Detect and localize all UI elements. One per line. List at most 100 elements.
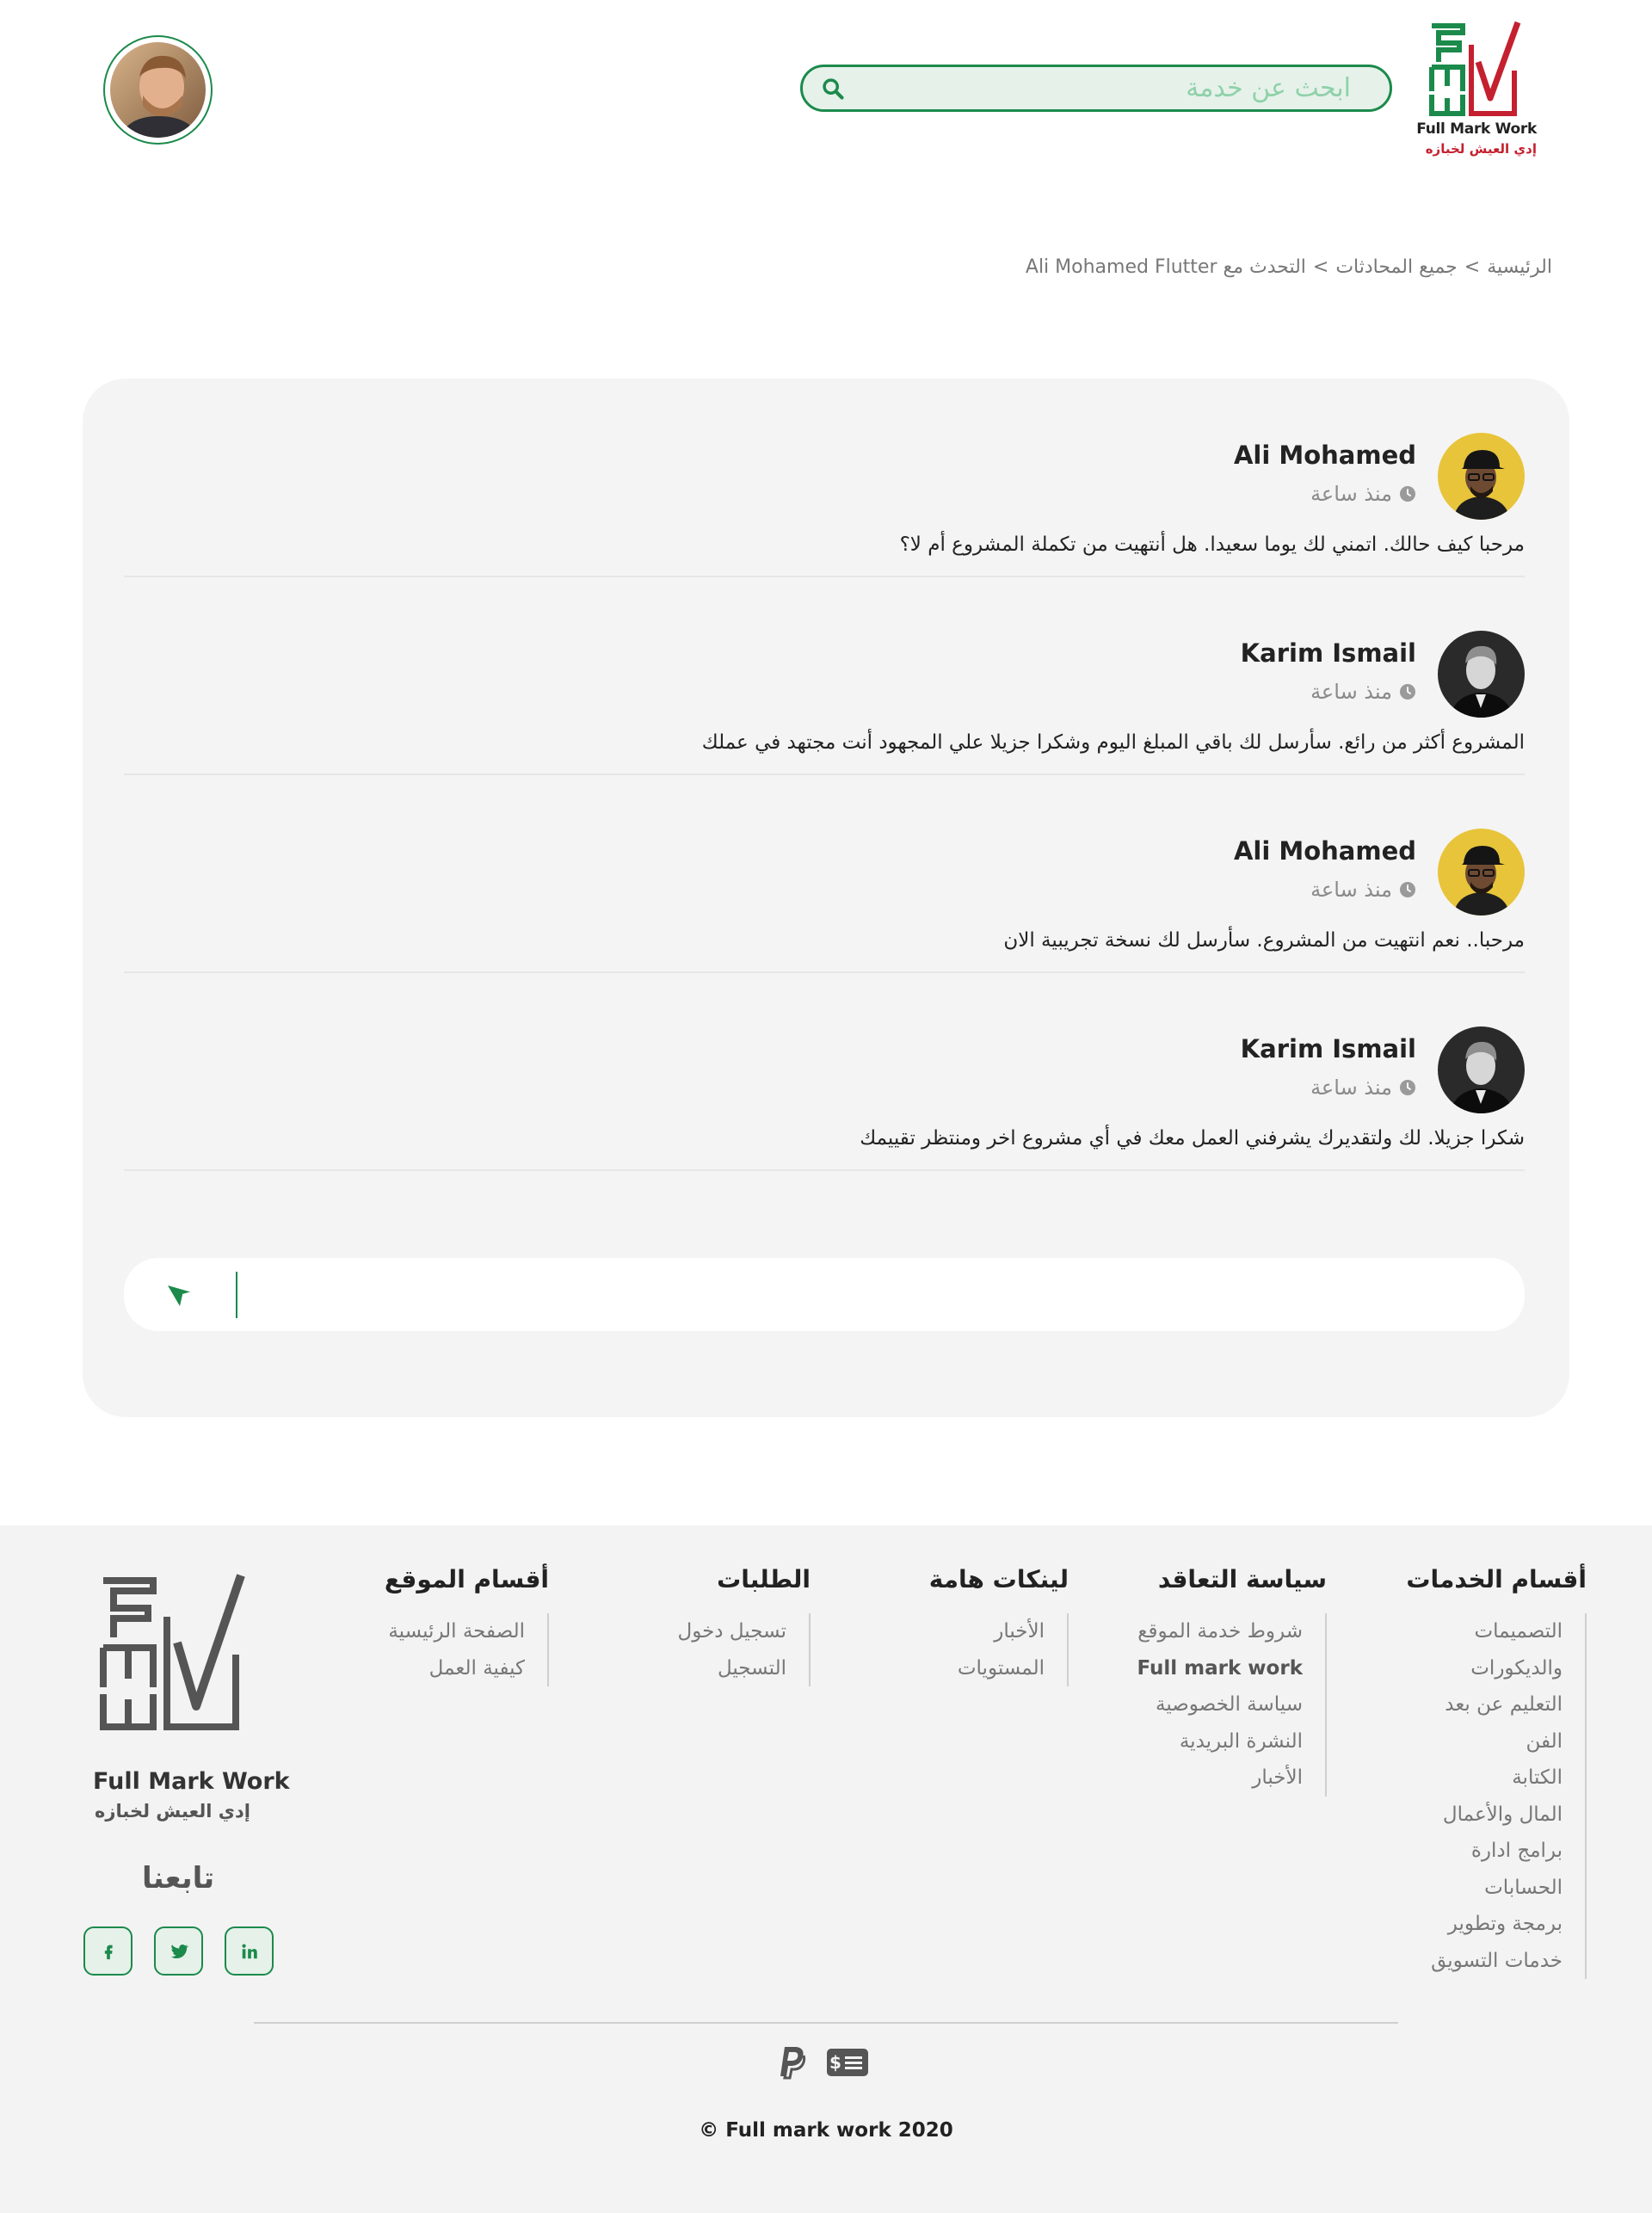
site-header: Full Mark Work إدي العيش لخبازه — [0, 0, 1652, 172]
footer-link[interactable]: خدمات التسويق — [1406, 1943, 1563, 1980]
footer-logo-tagline: إدي العيش لخبازه — [95, 1801, 251, 1822]
send-icon — [168, 1285, 193, 1306]
breadcrumb: الرئيسية > جميع المحادثات > التحدث مع Al… — [1026, 256, 1552, 278]
message-time: منذ ساعة — [1310, 878, 1416, 902]
linkedin-button[interactable] — [225, 1926, 274, 1976]
footer-link[interactable]: الأخبار — [929, 1613, 1045, 1650]
message-text: مرحبا كيف حالك. اتمني لك يوما سعيدا. هل … — [899, 533, 1525, 556]
message-time-text: منذ ساعة — [1310, 482, 1392, 506]
footer-link[interactable]: المال والأعمال — [1406, 1797, 1563, 1834]
footer-link[interactable]: المستويات — [929, 1650, 1045, 1687]
svg-text:$: $ — [829, 2052, 841, 2073]
footer-column-policy: سياسة التعاقد شروط خدمة الموقع Full mark… — [1137, 1565, 1327, 1797]
sender-avatar — [1438, 631, 1525, 718]
clock-icon — [1400, 684, 1415, 700]
send-button[interactable] — [124, 1258, 236, 1331]
sender-name: Karim Ismail — [1240, 1034, 1416, 1063]
footer-link[interactable]: تسجيل دخول — [678, 1613, 787, 1650]
footer-link[interactable]: برامج ادارة — [1406, 1833, 1563, 1870]
footer-column-requests: الطلبات تسجيل دخول التسجيل — [678, 1565, 811, 1686]
footer-link[interactable]: سياسة الخصوصية — [1137, 1686, 1303, 1723]
breadcrumb-current: التحدث مع Ali Mohamed Flutter — [1025, 256, 1306, 278]
sender-avatar — [1438, 1026, 1525, 1113]
footer-column-title: سياسة التعاقد — [1157, 1565, 1327, 1593]
footer-link[interactable]: الكتابة — [1406, 1760, 1563, 1797]
footer-link[interactable]: التسجيل — [678, 1650, 786, 1687]
footer-link[interactable]: Full mark work — [1137, 1650, 1303, 1687]
facebook-button[interactable] — [83, 1926, 133, 1976]
user-avatar[interactable] — [103, 35, 213, 145]
footer-column-services: أقسام الخدمات التصميمات والديكورات التعل… — [1406, 1565, 1587, 1979]
footer-link[interactable]: كيفية العمل — [385, 1650, 525, 1687]
clock-icon — [1400, 1080, 1415, 1095]
footer-column-title: الطلبات — [717, 1565, 811, 1593]
footer-column-title: أقسام الخدمات — [1406, 1565, 1587, 1593]
footer-column-important-links: لينكات هامة الأخبار المستويات — [929, 1565, 1069, 1686]
user-avatar-image — [110, 42, 206, 138]
social-links — [83, 1926, 274, 1976]
message-time-text: منذ ساعة — [1310, 878, 1392, 902]
sender-avatar — [1438, 433, 1525, 520]
breadcrumb-separator: > — [1464, 256, 1481, 278]
footer-column-site-sections: أقسام الموقع الصفحة الرئيسية كيفية العمل — [385, 1565, 549, 1686]
footer-link[interactable]: الحسابات — [1406, 1870, 1563, 1907]
footer-link[interactable]: الأخبار — [1137, 1760, 1303, 1797]
search-input[interactable] — [863, 67, 1390, 109]
footer-column-title: أقسام الموقع — [384, 1565, 549, 1593]
site-footer: أقسام الخدمات التصميمات والديكورات التعل… — [0, 1526, 1652, 2213]
message-time: منذ ساعة — [1310, 680, 1416, 704]
message-composer — [124, 1258, 1525, 1331]
footer-logo[interactable]: Full Mark Work إدي العيش لخبازه — [86, 1569, 290, 1822]
footer-column-title: لينكات هامة — [928, 1565, 1069, 1593]
copyright: © Full mark work 2020 — [699, 2119, 953, 2142]
twitter-icon — [170, 1944, 188, 1958]
logo-mark-icon — [1429, 21, 1521, 116]
payment-methods: $ — [778, 2045, 869, 2080]
message-time-text: منذ ساعة — [1310, 680, 1392, 704]
footer-link[interactable]: النشرة البريدية — [1137, 1723, 1303, 1760]
chat-message: Ali Mohamed منذ ساعة مرحبا كيف حالك. اتم… — [124, 379, 1525, 577]
footer-link[interactable]: والديكورات — [1406, 1650, 1563, 1687]
twitter-button[interactable] — [154, 1926, 203, 1976]
logo-tagline: إدي العيش لخبازه — [1425, 141, 1537, 157]
sender-avatar — [1438, 829, 1525, 915]
footer-link[interactable]: شروط خدمة الموقع — [1137, 1613, 1303, 1650]
site-logo[interactable]: Full Mark Work إدي العيش لخبازه — [1416, 19, 1542, 161]
clock-icon — [1400, 486, 1415, 502]
search-bar — [800, 65, 1392, 112]
footer-link[interactable]: الصفحة الرئيسية — [385, 1613, 525, 1650]
footer-logo-text: Full Mark Work — [93, 1768, 290, 1795]
linkedin-icon — [241, 1943, 257, 1958]
footer-links: الصفحة الرئيسية كيفية العمل — [385, 1613, 549, 1686]
sender-name: Karim Ismail — [1240, 638, 1416, 668]
footer-logo-mark-icon — [100, 1574, 245, 1730]
footer-link[interactable]: التعليم عن بعد — [1406, 1686, 1563, 1723]
message-time: منذ ساعة — [1310, 482, 1416, 506]
clock-icon — [1400, 882, 1415, 897]
footer-divider — [254, 2022, 1398, 2024]
footer-links: التصميمات والديكورات التعليم عن بعد الفن… — [1406, 1613, 1587, 1979]
sender-name: Ali Mohamed — [1233, 441, 1416, 470]
breadcrumb-all-chats[interactable]: جميع المحادثات — [1335, 256, 1457, 278]
follow-us-title: تابعنا — [142, 1861, 215, 1896]
footer-link[interactable]: برمجة وتطوير — [1406, 1906, 1563, 1943]
footer-links: شروط خدمة الموقع Full mark work سياسة ال… — [1137, 1613, 1327, 1797]
breadcrumb-separator: > — [1312, 256, 1329, 278]
footer-link[interactable]: التصميمات — [1406, 1613, 1563, 1650]
logo-text: Full Mark Work — [1416, 120, 1537, 138]
paypal-icon — [780, 2047, 806, 2080]
footer-link[interactable]: الفن — [1406, 1723, 1563, 1760]
message-time: منذ ساعة — [1310, 1076, 1416, 1100]
message-text: المشروع أكثر من رائع. سأرسل لك باقي المب… — [701, 731, 1525, 754]
search-button[interactable] — [803, 67, 863, 109]
chat-message: Ali Mohamed منذ ساعة مرحبا.. نعم انتهيت … — [124, 774, 1525, 973]
footer-links: الأخبار المستويات — [929, 1613, 1069, 1686]
footer-links: تسجيل دخول التسجيل — [678, 1613, 811, 1686]
message-time-text: منذ ساعة — [1310, 1076, 1392, 1100]
sender-name: Ali Mohamed — [1233, 836, 1416, 866]
breadcrumb-home[interactable]: الرئيسية — [1487, 256, 1552, 278]
chat-message: Karim Ismail منذ ساعة شكرا جزيلا. لك ولت… — [124, 972, 1525, 1171]
message-input[interactable] — [237, 1258, 1525, 1331]
chat-panel: Ali Mohamed منذ ساعة مرحبا كيف حالك. اتم… — [83, 379, 1569, 1417]
message-text: مرحبا.. نعم انتهيت من المشروع. سأرسل لك … — [1003, 929, 1525, 952]
